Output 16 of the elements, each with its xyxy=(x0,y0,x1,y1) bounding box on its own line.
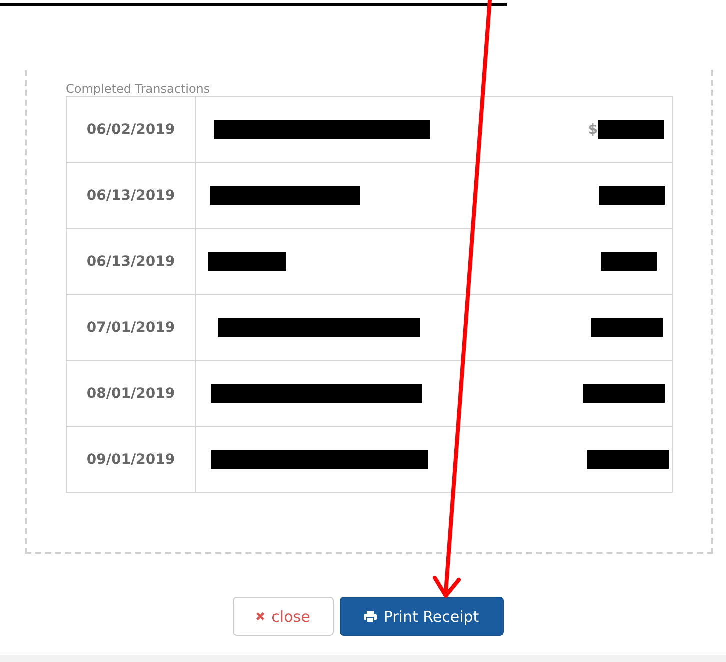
redaction-block xyxy=(598,120,664,139)
close-button[interactable]: close xyxy=(232,597,334,636)
date-cell: 06/13/2019 xyxy=(67,163,196,228)
date-cell: 09/01/2019 xyxy=(67,427,196,492)
date-cell: 06/02/2019 xyxy=(67,97,196,162)
printer-icon xyxy=(364,610,377,622)
redaction-block xyxy=(601,252,657,271)
currency-symbol: $ xyxy=(588,122,598,138)
date-cell: 07/01/2019 xyxy=(67,295,196,360)
date-cell: 08/01/2019 xyxy=(67,361,196,426)
table-caption: Completed Transactions xyxy=(66,82,212,96)
date-cell: 06/13/2019 xyxy=(67,229,196,294)
redaction-block xyxy=(591,318,663,337)
redaction-block xyxy=(599,186,665,205)
print-receipt-button[interactable]: Print Receipt xyxy=(340,597,504,636)
close-icon xyxy=(256,612,265,621)
